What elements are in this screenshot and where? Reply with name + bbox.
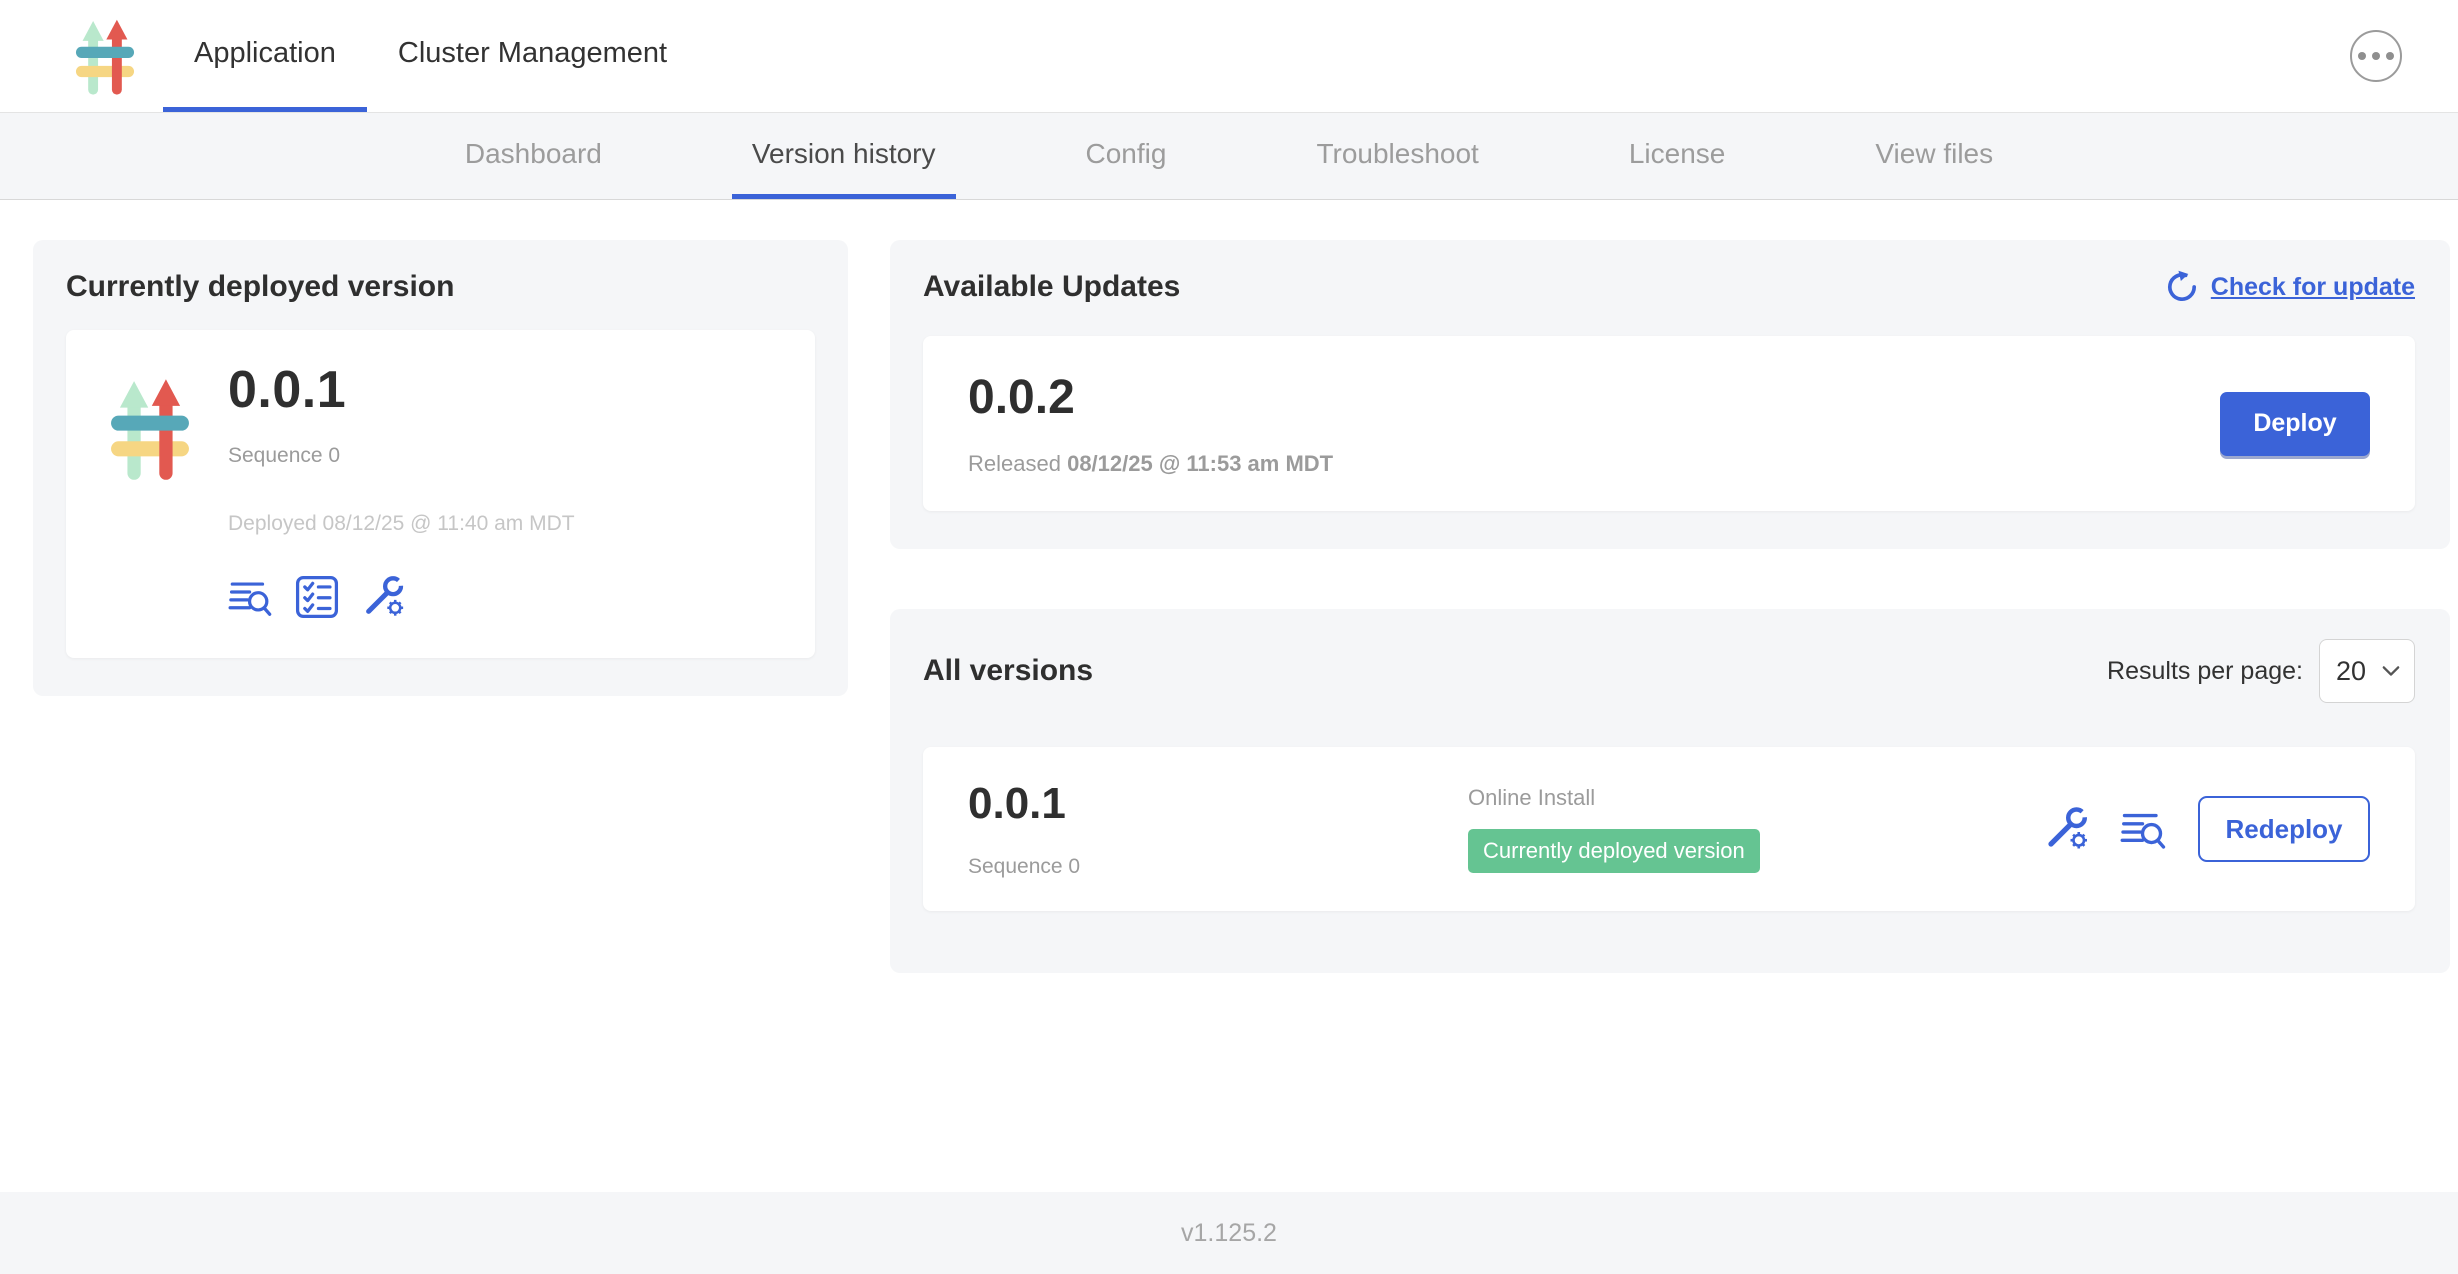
available-updates-card: Available Updates Check for update 0.0.2… (890, 240, 2450, 549)
main-content: Currently deployed version 0.0.1 Sequenc… (0, 200, 2458, 973)
results-per-page: Results per page: 20 (2107, 639, 2415, 703)
deployed-timestamp: Deployed 08/12/25 @ 11:40 am MDT (228, 512, 575, 536)
row-actions: Redeploy (2042, 796, 2370, 862)
available-updates-title: Available Updates (923, 270, 1180, 304)
check-for-update-link[interactable]: Check for update (2165, 270, 2415, 304)
page-footer: v1.125.2 (0, 1192, 2458, 1274)
app-logo-icon (72, 15, 138, 97)
row-version-number: 0.0.1 (968, 779, 1468, 829)
console-version: v1.125.2 (1181, 1219, 1277, 1248)
ellipsis-menu-icon[interactable] (2350, 30, 2402, 82)
tab-application-label: Application (194, 37, 336, 70)
app-subnav: Dashboard Version history Config Trouble… (0, 113, 2458, 200)
subnav-item-version-history[interactable]: Version history (732, 113, 956, 199)
install-type: Online Install (1468, 785, 2042, 811)
deployed-version-info: 0.0.1 Sequence 0 Deployed 08/12/25 @ 11:… (228, 360, 575, 620)
all-versions-card: All versions Results per page: 20 0.0 (890, 609, 2450, 973)
currently-deployed-card: Currently deployed version 0.0.1 Sequenc… (33, 240, 848, 696)
currently-deployed-version-card: 0.0.1 Sequence 0 Deployed 08/12/25 @ 11:… (66, 330, 815, 658)
logs-icon[interactable] (2120, 805, 2168, 853)
tab-cluster-management-label: Cluster Management (398, 37, 667, 70)
logs-icon[interactable] (228, 574, 274, 620)
update-released-timestamp: Released 08/12/25 @ 11:53 am MDT (968, 451, 1333, 477)
subnav-item-view-files[interactable]: View files (1855, 113, 2013, 199)
update-info: 0.0.2 Released 08/12/25 @ 11:53 am MDT (968, 370, 1333, 477)
version-row: 0.0.1 Sequence 0 Online Install Currentl… (923, 747, 2415, 911)
refresh-icon (2165, 270, 2199, 304)
all-versions-title: All versions (923, 654, 1093, 688)
chevron-down-icon (2382, 664, 2400, 678)
app-tabs: Application Cluster Management (163, 0, 698, 112)
row-sequence: Sequence 0 (968, 855, 1468, 879)
app-logo (0, 0, 163, 112)
deployed-actions (228, 574, 575, 620)
deployed-sequence: Sequence 0 (228, 444, 575, 468)
results-per-page-label: Results per page: (2107, 657, 2303, 686)
update-version-number: 0.0.2 (968, 370, 1333, 425)
row-version-info: 0.0.1 Sequence 0 (968, 779, 1468, 879)
results-per-page-select[interactable]: 20 (2319, 639, 2415, 703)
app-logo-icon (104, 374, 196, 482)
right-column: Available Updates Check for update 0.0.2… (890, 240, 2450, 973)
redeploy-button[interactable]: Redeploy (2198, 796, 2370, 862)
deployed-version-number: 0.0.1 (228, 360, 575, 420)
version-history-page: Application Cluster Management Dashboard… (0, 0, 2458, 1274)
currently-deployed-title: Currently deployed version (66, 270, 815, 304)
subnav-item-dashboard[interactable]: Dashboard (445, 113, 622, 199)
tab-application[interactable]: Application (163, 0, 367, 112)
subnav-item-license[interactable]: License (1609, 113, 1746, 199)
currently-deployed-badge: Currently deployed version (1468, 829, 1760, 873)
config-icon[interactable] (2042, 805, 2090, 853)
subnav-item-troubleshoot[interactable]: Troubleshoot (1296, 113, 1498, 199)
row-status: Online Install Currently deployed versio… (1468, 785, 2042, 873)
tab-cluster-management[interactable]: Cluster Management (367, 0, 698, 112)
subnav-item-config[interactable]: Config (1066, 113, 1187, 199)
deploy-button[interactable]: Deploy (2220, 392, 2370, 456)
topbar-spacer (698, 0, 2350, 112)
preflight-checks-icon[interactable] (294, 574, 340, 620)
update-row: 0.0.2 Released 08/12/25 @ 11:53 am MDT D… (923, 336, 2415, 511)
top-header: Application Cluster Management (0, 0, 2458, 113)
config-icon[interactable] (360, 574, 406, 620)
